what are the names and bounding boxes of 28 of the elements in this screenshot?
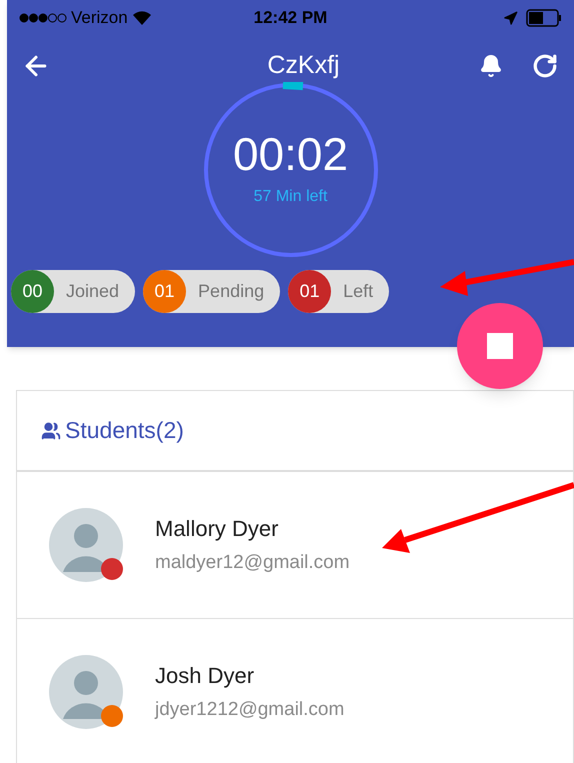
student-name: Josh Dyer — [155, 662, 256, 690]
stop-icon — [487, 333, 513, 359]
counter-label: Left — [343, 280, 374, 303]
clock-text: 12:42 PM — [252, 7, 328, 30]
counter-badge: 01 — [288, 270, 332, 313]
student-row[interactable]: Mallory Dyer maldyer12@gmail.com — [17, 472, 573, 618]
student-email: maldyer12@gmail.com — [155, 551, 350, 576]
counter-badge: 01 — [143, 270, 186, 313]
avatar-silhouette-icon — [49, 508, 123, 582]
refresh-icon — [532, 53, 558, 79]
counter-badge: 00 — [11, 270, 54, 313]
avatar-silhouette-icon — [49, 654, 123, 728]
wifi-icon — [132, 10, 152, 26]
battery-icon — [526, 9, 562, 27]
session-title: CzKxfj — [266, 50, 341, 82]
people-icon — [41, 420, 61, 440]
timer-text: 00:02 — [232, 131, 348, 177]
bell-icon — [479, 54, 503, 78]
time-left-text: 57 Min left — [254, 187, 328, 207]
student-row[interactable]: Josh Dyer jdyer1212@gmail.com — [17, 618, 573, 763]
counter-label: Pending — [198, 280, 264, 303]
counter-label: Joined — [66, 280, 120, 303]
students-heading: Students(2) — [65, 416, 184, 446]
student-email: jdyer1212@gmail.com — [155, 698, 344, 722]
student-name: Mallory Dyer — [155, 515, 280, 544]
location-icon — [503, 10, 518, 26]
carrier-text: Verizon — [71, 7, 128, 30]
signal-icon — [19, 13, 67, 23]
